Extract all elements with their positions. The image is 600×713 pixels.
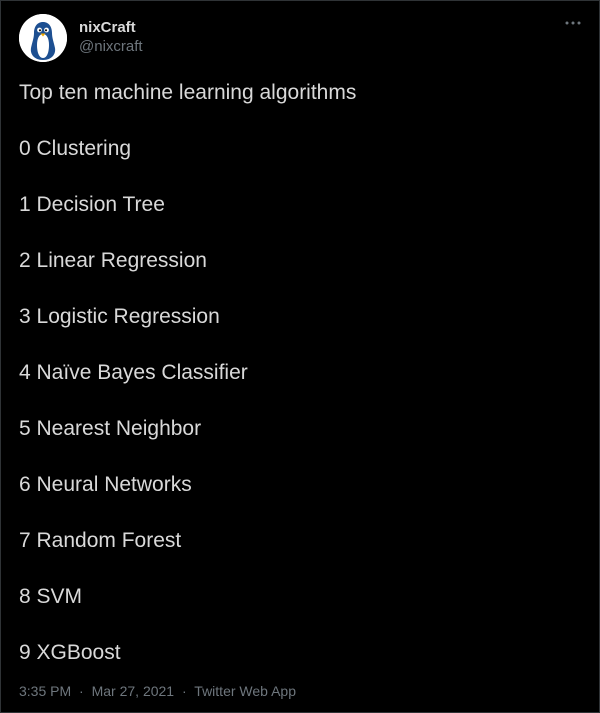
tweet-list-item: 3 Logistic Regression (19, 305, 220, 328)
tweet-list-item: 2 Linear Regression (19, 249, 207, 272)
tweet-date[interactable]: Mar 27, 2021 (92, 683, 175, 699)
author-display-name[interactable]: nixCraft (79, 18, 143, 38)
tweet-meta: 3:35 PM · Mar 27, 2021 · Twitter Web App (19, 683, 296, 699)
penguin-avatar-icon (19, 14, 67, 62)
tweet-list-item: 8 SVM (19, 585, 83, 608)
tweet-source[interactable]: Twitter Web App (194, 683, 296, 699)
tweet-header: nixCraft @nixcraft (19, 14, 143, 62)
tweet-list-item: 7 Random Forest (19, 529, 182, 552)
tweet-card: nixCraft @nixcraft Top ten machine learn… (0, 0, 600, 713)
tweet-title-line: Top ten machine learning algorithms (19, 81, 357, 104)
author-handle[interactable]: @nixcraft (79, 38, 143, 56)
tweet-list-item: 4 Naïve Bayes Classifier (19, 361, 248, 384)
avatar[interactable] (19, 14, 67, 62)
tweet-text: Top ten machine learning algorithms 0 Cl… (19, 79, 579, 695)
more-options-icon (565, 21, 581, 25)
tweet-list-item: 0 Clustering (19, 137, 132, 160)
author-names: nixCraft @nixcraft (79, 18, 143, 56)
tweet-list-item: 6 Neural Networks (19, 473, 192, 496)
meta-separator: · (181, 683, 187, 699)
tweet-list-item: 9 XGBoost (19, 641, 121, 664)
tweet-time[interactable]: 3:35 PM (19, 683, 71, 699)
tweet-list-item: 5 Nearest Neighbor (19, 417, 202, 440)
tweet-list-item: 1 Decision Tree (19, 193, 165, 216)
more-options-button[interactable] (561, 15, 585, 31)
meta-separator: · (79, 683, 84, 699)
